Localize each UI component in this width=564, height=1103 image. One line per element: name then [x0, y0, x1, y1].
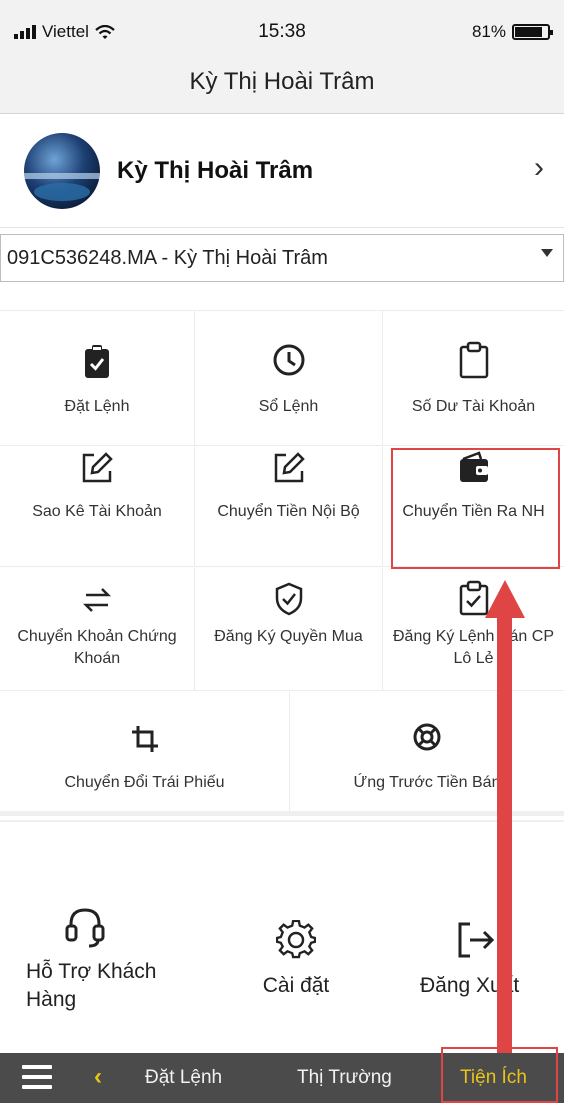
grid-item-so-du-tai-khoan[interactable]: Số Dư Tài Khoản — [383, 311, 564, 445]
clock-icon — [195, 343, 382, 377]
grid-row: Chuyển Khoản Chứng Khoán Đăng Ký Quyền M… — [0, 568, 564, 691]
grid-item-label: Đặt Lệnh — [64, 398, 130, 415]
grid-item-dang-ky-lenh-ban-cp-lo-le[interactable]: Đăng Ký Lệnh Bán CP Lô Lẻ — [383, 568, 564, 690]
profile-row[interactable]: Kỳ Thị Hoài Trâm › — [0, 115, 564, 228]
avatar — [24, 133, 100, 209]
nav-header: Kỳ Thị Hoài Trâm — [0, 62, 564, 114]
status-bar: Viettel 15:38 81% — [0, 0, 564, 62]
chevron-left-icon[interactable]: ‹ — [94, 1063, 102, 1091]
transfer-arrows-icon — [0, 586, 194, 614]
hamburger-menu-icon[interactable] — [22, 1065, 52, 1089]
logout-label: Đăng Xuất — [420, 974, 520, 997]
chevron-right-icon: › — [534, 151, 544, 184]
grid-item-label: Sao Kê Tài Khoản — [32, 503, 162, 520]
battery-percent: 81% — [471, 22, 506, 41]
grid-item-label: Số Dư Tài Khoản — [411, 398, 536, 415]
shield-check-icon — [195, 582, 382, 616]
clipboard-check-outline-icon — [383, 580, 564, 616]
grid-item-label: Chuyển Tiền Nội Bộ — [217, 503, 360, 520]
clipboard-check-icon — [0, 345, 194, 379]
support-label: Hỗ Trợ Khách Hàng — [26, 960, 157, 1011]
grid-row: Đặt Lệnh Sổ Lệnh Số Dư Tài Khoản — [0, 311, 564, 446]
lifebuoy-icon — [290, 722, 564, 752]
grid-item-label: Sổ Lệnh — [258, 398, 319, 415]
grid-item-chuyen-tien-noi-bo[interactable]: Chuyển Tiền Nội Bộ — [195, 447, 383, 566]
account-select[interactable]: 091C536248.MA - Kỳ Thị Hoài Trâm — [0, 234, 564, 282]
highlight-box — [391, 448, 560, 569]
logout-button[interactable]: Đăng Xuất — [420, 920, 550, 1000]
battery-icon — [512, 24, 553, 40]
grid-item-label: Đăng Ký Quyền Mua — [214, 628, 363, 645]
logout-icon — [420, 920, 550, 972]
tab-dat-lenh[interactable]: Đặt Lệnh — [145, 1067, 222, 1089]
annotation-arrow-shaft — [497, 614, 512, 1054]
grid-item-label: Chuyển Khoản Chứng Khoán — [17, 628, 177, 667]
page-title: Kỳ Thị Hoài Trâm — [189, 68, 375, 95]
account-select-value: 091C536248.MA - Kỳ Thị Hoài Trâm — [7, 247, 328, 269]
grid-item-label: Ứng Trước Tiền Bán — [353, 774, 501, 791]
grid-item-dat-lenh[interactable]: Đặt Lệnh — [0, 311, 195, 445]
annotation-arrow-head — [485, 580, 525, 618]
grid-item-so-lenh[interactable]: Sổ Lệnh — [195, 311, 383, 445]
grid-item-dang-ky-quyen-mua[interactable]: Đăng Ký Quyền Mua — [195, 568, 383, 690]
profile-name: Kỳ Thị Hoài Trâm — [117, 157, 314, 184]
edit-icon — [0, 451, 194, 485]
edit-icon — [195, 451, 382, 485]
bottom-actions: Hỗ Trợ Khách Hàng Cài đặt Đăng Xuất — [0, 820, 564, 1050]
grid-item-chuyen-doi-trai-phieu[interactable]: Chuyển Đổi Trái Phiếu — [0, 692, 290, 811]
tab-highlight-box — [441, 1047, 558, 1103]
clipboard-icon — [383, 341, 564, 379]
headset-icon — [64, 906, 196, 958]
battery: 81% — [471, 22, 553, 42]
settings-button[interactable]: Cài đặt — [246, 920, 346, 1000]
tab-thi-truong[interactable]: Thị Trường — [297, 1067, 392, 1089]
grid-item-label: Đăng Ký Lệnh Bán CP Lô Lẻ — [393, 628, 554, 667]
grid-item-label: Chuyển Đổi Trái Phiếu — [64, 774, 225, 791]
caret-down-icon — [541, 249, 553, 257]
grid-item-ung-truoc-tien-ban[interactable]: Ứng Trước Tiền Bán — [290, 692, 564, 811]
grid-item-chuyen-khoan-chung-khoan[interactable]: Chuyển Khoản Chứng Khoán — [0, 568, 195, 690]
support-button[interactable]: Hỗ Trợ Khách Hàng — [26, 906, 196, 1014]
crop-icon — [0, 724, 289, 754]
grid-row: Chuyển Đổi Trái Phiếu Ứng Trước Tiền Bán — [0, 692, 564, 816]
settings-label: Cài đặt — [262, 974, 330, 997]
grid-item-sao-ke-tai-khoan[interactable]: Sao Kê Tài Khoản — [0, 447, 195, 566]
gear-icon — [246, 920, 346, 972]
